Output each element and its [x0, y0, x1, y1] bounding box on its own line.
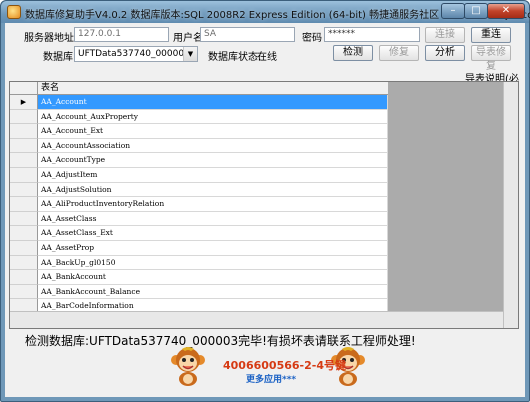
minimize-button[interactable]: –: [441, 3, 465, 19]
table-row[interactable]: AA_Account_AuxProperty: [10, 109, 388, 125]
database-label: 数据库: [43, 52, 73, 63]
table-row[interactable]: AA_AdjustItem: [10, 167, 388, 183]
table-row[interactable]: AA_AssetClass: [10, 211, 388, 227]
table-row[interactable]: AA_AssetClass_Ext: [10, 226, 388, 241]
row-selector-header: [10, 82, 38, 94]
user-input[interactable]: SA: [200, 27, 295, 42]
row-selector[interactable]: [10, 182, 38, 198]
row-selector[interactable]: [10, 124, 38, 139]
table-name-cell[interactable]: AA_AliProductInventoryRelation: [38, 197, 388, 212]
row-selector[interactable]: [10, 270, 38, 285]
table-name-cell[interactable]: AA_Account_Ext: [38, 124, 388, 139]
table-name-cell[interactable]: AA_BankAccount: [38, 270, 388, 285]
table-row[interactable]: AA_Account_Ext: [10, 124, 388, 139]
table-name-cell[interactable]: AA_Account_AuxProperty: [38, 109, 388, 125]
password-input[interactable]: ******: [324, 27, 420, 42]
row-selector[interactable]: [10, 167, 38, 183]
table-name-cell[interactable]: AA_BackUp_gl0150: [38, 255, 388, 271]
vertical-scrollbar[interactable]: [503, 82, 518, 328]
table-name-cell[interactable]: AA_BankAccount_Balance: [38, 284, 388, 300]
app-window: 数据库修复助手V4.0.2 数据库版本:SQL 2008R2 Express E…: [0, 0, 530, 402]
more-apps-link[interactable]: 更多应用***: [246, 372, 296, 385]
chevron-down-icon[interactable]: ▼: [183, 47, 197, 61]
row-selector[interactable]: [10, 153, 38, 168]
table-row[interactable]: AA_AssetProp: [10, 240, 388, 256]
table-row[interactable]: AA_BankAccount: [10, 270, 388, 285]
reconnect-button[interactable]: 重连: [471, 27, 511, 43]
row-selector[interactable]: [10, 255, 38, 271]
horizontal-scrollbar[interactable]: [10, 311, 503, 328]
current-row-indicator-icon[interactable]: ▶: [10, 95, 38, 110]
grid-rows: ▶ AA_Account AA_Account_AuxProperty AA_Acco…: [10, 95, 388, 314]
table-name-cell[interactable]: AA_AccountType: [38, 153, 388, 168]
check-button[interactable]: 检测: [333, 45, 373, 61]
maximize-button[interactable]: □: [464, 3, 488, 19]
server-label: 服务器地址: [24, 33, 74, 44]
server-input[interactable]: 127.0.0.1: [74, 27, 169, 42]
monkey-mascot-icon: [171, 347, 205, 386]
table-row[interactable]: ▶ AA_Account: [10, 95, 388, 110]
user-label: 用户名: [173, 33, 203, 44]
row-selector[interactable]: [10, 138, 38, 154]
db-status-value: 在线: [257, 52, 277, 63]
table-row[interactable]: AA_AccountType: [10, 153, 388, 168]
close-button[interactable]: ✕: [487, 3, 525, 19]
table-name-cell[interactable]: AA_AssetClass: [38, 211, 388, 227]
grid-body: 表名 ▶ AA_Account AA_Account_AuxProperty AA_A…: [10, 82, 388, 314]
column-header-table-name[interactable]: 表名: [38, 82, 388, 94]
table-row[interactable]: AA_BackUp_gl0150: [10, 255, 388, 271]
table-row[interactable]: AA_AccountAssociation: [10, 138, 388, 154]
row-selector[interactable]: [10, 226, 38, 241]
table-grid[interactable]: 表名 ▶ AA_Account AA_Account_AuxProperty AA_A…: [9, 81, 519, 329]
grid-header: 表名: [10, 82, 388, 95]
table-name-cell[interactable]: AA_AssetClass_Ext: [38, 226, 388, 241]
client-area: 服务器地址 127.0.0.1 用户名 SA 密码 ****** 连接 重连 数…: [5, 23, 525, 397]
export-repair-button[interactable]: 导表修复: [471, 45, 511, 72]
table-row[interactable]: AA_AliProductInventoryRelation: [10, 197, 388, 212]
row-selector[interactable]: [10, 284, 38, 300]
app-icon: [7, 5, 21, 19]
support-phone: 4006600566-2-4号键: [223, 359, 346, 372]
row-selector[interactable]: [10, 211, 38, 227]
database-select-value: UFTData537740_000003: [78, 49, 190, 59]
db-status-label: 数据库状态:: [208, 52, 262, 63]
row-selector[interactable]: [10, 109, 38, 125]
connect-button[interactable]: 连接: [425, 27, 465, 43]
table-name-cell[interactable]: AA_AccountAssociation: [38, 138, 388, 154]
database-select[interactable]: UFTData537740_000003 ▼: [74, 46, 198, 62]
table-name-cell[interactable]: AA_Account: [38, 95, 388, 110]
table-name-cell[interactable]: AA_AdjustSolution: [38, 182, 388, 198]
row-selector[interactable]: [10, 197, 38, 212]
title-bar[interactable]: 数据库修复助手V4.0.2 数据库版本:SQL 2008R2 Express E…: [1, 1, 530, 23]
analyze-button[interactable]: 分析: [425, 45, 465, 61]
repair-button[interactable]: 修复: [379, 45, 419, 61]
table-name-cell[interactable]: AA_AdjustItem: [38, 167, 388, 183]
password-label: 密码: [302, 33, 322, 44]
row-selector[interactable]: [10, 240, 38, 256]
table-row[interactable]: AA_AdjustSolution: [10, 182, 388, 198]
table-name-cell[interactable]: AA_AssetProp: [38, 240, 388, 256]
table-row[interactable]: AA_BankAccount_Balance: [10, 284, 388, 300]
